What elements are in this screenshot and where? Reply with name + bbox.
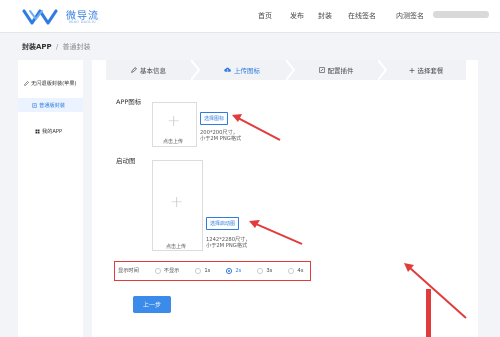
app-icon-label: APP图标 <box>116 98 142 106</box>
pen-icon <box>131 67 137 73</box>
cloud-upload-icon <box>224 67 231 72</box>
plus-icon: + <box>167 111 181 130</box>
nav-home[interactable]: 首页 <box>258 11 272 21</box>
logo-subtitle: MIAO DAOLIU <box>69 20 96 24</box>
nav-beta-sign[interactable]: 内测签名 <box>396 11 424 21</box>
hint-line: 小于2M PNG格式 <box>206 243 248 249</box>
pen-icon <box>24 81 29 86</box>
radio-4s[interactable] <box>288 267 295 274</box>
choose-icon-button[interactable]: 选择图标 <box>200 112 229 125</box>
breadcrumb-root[interactable]: 封装APP <box>22 43 52 51</box>
step-choose-plan[interactable]: + 选择套餐 <box>386 60 466 80</box>
sidebar-item-normal-package[interactable]: 普通版封装 <box>18 98 83 112</box>
breadcrumb: 封装APP / 普通封装 <box>22 42 91 52</box>
main-panel: 基本信息 上传图标 配置插件 + 选择套餐 APP图标 + 点击上传 选择图标 2… <box>92 60 478 337</box>
upload-text: 点击上传 <box>166 244 187 250</box>
logo[interactable]: 微导流 MIAO DAOLIU <box>22 7 122 29</box>
step-label: 基本信息 <box>140 67 166 75</box>
display-time-label: 显示时间 <box>118 268 139 274</box>
radio-3s[interactable] <box>257 267 264 274</box>
radio-label: 4s <box>297 267 304 274</box>
plus-icon: + <box>408 65 416 75</box>
choose-splash-button[interactable]: 选择启动图 <box>206 217 240 230</box>
step-progress: 基本信息 上传图标 配置插件 + 选择套餐 <box>106 60 466 80</box>
step-configure-plugins[interactable]: 配置插件 <box>294 60 378 80</box>
radio-label: 1s <box>204 267 211 274</box>
nav-publish[interactable]: 发布 <box>290 11 304 21</box>
splash-upload[interactable]: + 点击上传 <box>152 160 203 251</box>
breadcrumb-current: 普通封装 <box>62 43 91 51</box>
logo-icon <box>22 9 58 25</box>
step-label: 选择套餐 <box>417 67 444 75</box>
splash-hint: 1242*2280尺寸， 小于2M PNG格式 <box>206 237 251 249</box>
previous-step-button[interactable]: 上一步 <box>133 296 171 313</box>
sidebar: 无闪退版封装(苹果) 普通版封装 我的APP <box>18 60 83 337</box>
display-time-row: 显示时间 不显示 1s 2s 3s 4s <box>118 267 303 274</box>
sidebar-item-label: 我的APP <box>42 129 63 135</box>
user-account-redacted <box>433 11 489 18</box>
radio-none[interactable] <box>154 267 161 274</box>
app-icon-hint: 200*200尺寸， 小于2M PNG格式 <box>200 130 241 142</box>
step-label: 上传图标 <box>234 67 260 75</box>
step-label: 配置插件 <box>327 67 354 75</box>
hint-line: 小于2M PNG格式 <box>200 136 242 142</box>
radio-1s[interactable] <box>195 267 202 274</box>
sidebar-item-no-crash-ios[interactable]: 无闪退版封装(苹果) <box>18 76 83 90</box>
step-basic-info[interactable]: 基本信息 <box>106 60 191 80</box>
sidebar-item-label: 普通版封装 <box>39 103 65 109</box>
splash-label: 启动图 <box>116 157 136 165</box>
nav-online-sign[interactable]: 在线签名 <box>348 11 376 21</box>
breadcrumb-separator: / <box>55 43 59 51</box>
radio-label: 3s <box>266 267 273 274</box>
app-icon-upload[interactable]: + 点击上传 <box>152 102 197 147</box>
top-bar: 微导流 MIAO DAOLIU 首页 发布 封装 在线签名 内测签名 <box>0 0 500 33</box>
sidebar-item-label: 无闪退版封装(苹果) <box>31 81 77 87</box>
step-upload-icon[interactable]: 上传图标 <box>198 60 286 80</box>
edit-icon <box>318 67 325 73</box>
sidebar-item-my-app[interactable]: 我的APP <box>18 124 83 138</box>
upload-text: 点击上传 <box>163 139 184 145</box>
grid-icon <box>35 129 40 134</box>
radio-label: 2s <box>235 267 242 274</box>
plus-icon: + <box>170 192 184 211</box>
nav-package[interactable]: 封装 <box>318 11 332 21</box>
radio-label: 不显示 <box>163 268 180 274</box>
file-icon <box>32 103 37 108</box>
radio-2s[interactable] <box>226 267 233 274</box>
